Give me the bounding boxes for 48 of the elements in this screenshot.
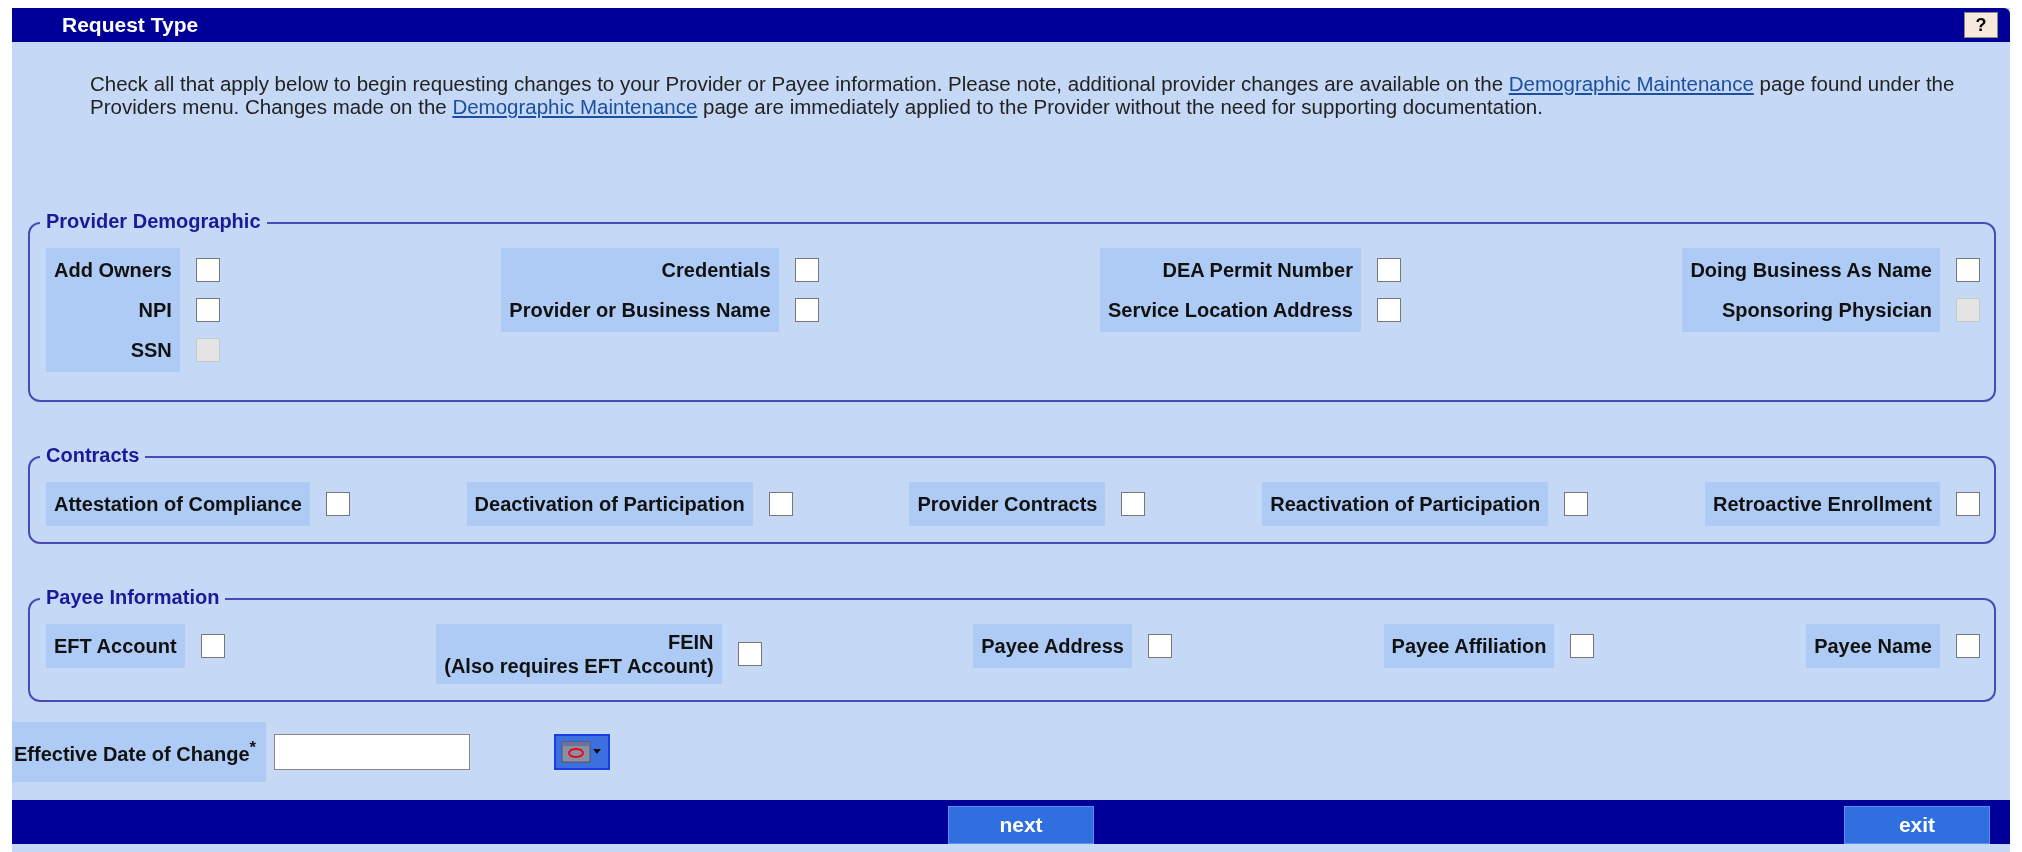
checkbox[interactable] [1955,258,1980,282]
field-label: EFT Account [54,634,177,659]
field-label: Payee Name [1814,634,1932,659]
field-label: SSN [129,338,172,363]
checkbox[interactable] [325,492,350,516]
field-label: Attestation of Compliance [54,492,302,517]
field-label: Reactivation of Participation [1270,492,1541,517]
checkbox[interactable] [200,634,225,658]
window-title: Request Type [62,13,199,37]
checkbox[interactable] [1956,634,1980,658]
page-link[interactable]: Demographic Maintenance [1508,72,1754,95]
help-button[interactable]: ? [1964,12,1998,38]
field-label: Doing Business As Name [1690,258,1932,283]
field-label: Effective Date of Change$^{*}$ [12,722,267,782]
field-label: Payee Affiliation [1391,634,1547,659]
field-label: Service Location Address [1108,298,1353,323]
checkbox[interactable] [1147,634,1172,658]
checkbox[interactable] [768,492,793,516]
checkbox[interactable] [1376,258,1401,282]
field-label: DEA Permit Number [1161,258,1353,283]
field-label: Add Owners [54,258,172,283]
field-label: Sponsoring Physician [1720,298,1932,323]
section-legend: Payee Information [40,586,226,609]
calendar-button[interactable] [554,733,611,770]
field-label: NPI [137,298,172,323]
checkbox[interactable] [794,258,819,282]
section-legend: Provider Demographic [40,210,267,233]
field-label: Deactivation of Participation [474,492,745,517]
field-label: Payee Address [981,634,1124,659]
field-label: FEIN (Also requires EFT Account) [444,630,714,679]
field-label: Credentials [660,258,771,283]
field-label: Provider or Business Name [509,298,771,323]
intro-text: Check all that apply below to begin requesting changes to your Provider or Payee information. Please note, additional provider changes are available on the Demographic Maintenance page found under the Providers menu. Changes made on the Demographic Maintenance page are immediately applied to the Provider without the need for supporting documentation. [90,72,1956,118]
checkbox[interactable] [195,298,220,322]
page-link[interactable]: Demographic Maintenance [452,95,698,118]
checkbox[interactable] [737,642,762,666]
checkbox[interactable] [1121,492,1146,516]
field-label: Retroactive Enrollment [1713,492,1932,517]
exit-button[interactable]: exit [1844,806,1990,844]
next-button[interactable]: next [948,806,1094,844]
checkbox[interactable] [1376,298,1401,322]
checkbox[interactable] [794,298,819,322]
checkbox[interactable] [195,258,220,282]
checkbox[interactable] [1570,634,1595,658]
field-label: Provider Contracts [917,492,1098,517]
checkbox[interactable] [1956,492,1980,516]
date-field[interactable] [274,733,471,770]
checkbox[interactable] [1564,492,1589,516]
